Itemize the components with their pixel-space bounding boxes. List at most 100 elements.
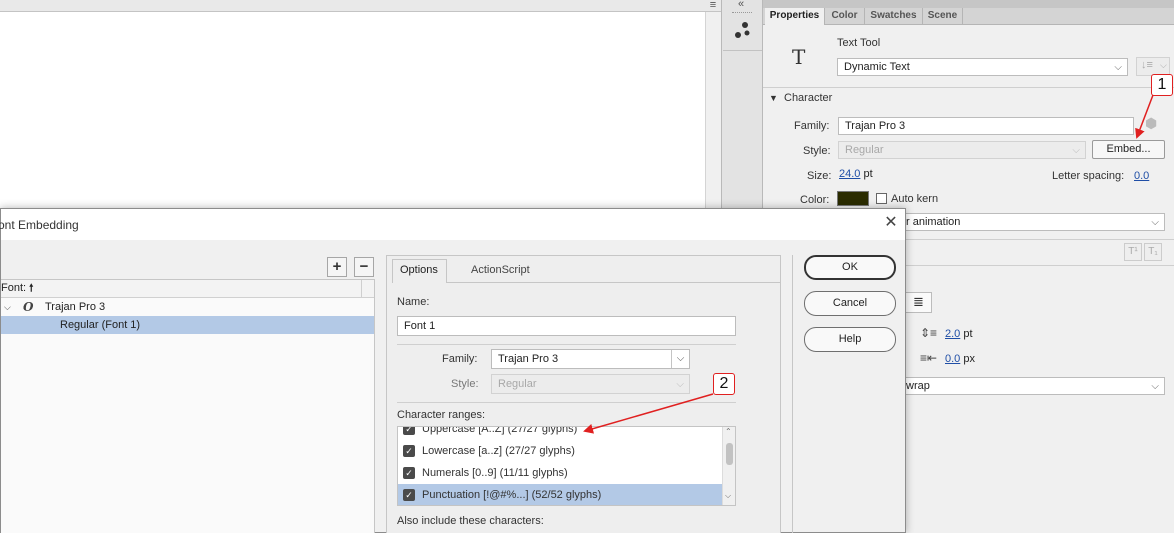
auto-kern-checkbox[interactable] — [876, 193, 887, 204]
size-field[interactable]: 24.0 pt — [839, 168, 873, 180]
tab-properties[interactable]: Properties — [765, 8, 825, 25]
tab-scene[interactable]: Scene — [923, 8, 963, 25]
font-warning-icon: ⬢ — [1145, 115, 1158, 131]
collapse-triangle-icon[interactable]: ▼ — [769, 93, 778, 103]
opentype-font-icon: O — [23, 300, 34, 314]
list-item[interactable]: ✓ Lowercase [a..z] (27/27 glyphs) — [398, 440, 723, 462]
dialog-style-select[interactable]: Regular ⌵ — [491, 374, 690, 394]
tab-swatches[interactable]: Swatches — [865, 8, 923, 25]
close-icon[interactable]: ✕ — [881, 213, 901, 233]
tree-font-child-row[interactable]: Regular (Font 1) — [1, 316, 374, 334]
indent-value[interactable]: 0.0 — [945, 353, 960, 365]
line-spacing-field[interactable]: 2.0 pt — [945, 328, 973, 340]
auto-kern-label: Auto kern — [891, 193, 939, 205]
expand-icon[interactable]: ⌵ — [4, 298, 11, 316]
tab-color[interactable]: Color — [825, 8, 865, 25]
letter-spacing-label: Letter spacing: — [1052, 170, 1125, 182]
family-value: Trajan Pro 3 — [845, 120, 906, 132]
line-spacing-value[interactable]: 2.0 — [945, 328, 960, 340]
tree-font-row[interactable]: ⌵ O Trajan Pro 3 — [1, 298, 374, 316]
name-value: Font 1 — [404, 320, 436, 332]
list-item[interactable]: ✓ Numerals [0..9] (11/11 glyphs) — [398, 462, 723, 484]
range-label: Numerals [0..9] (11/11 glyphs) — [422, 467, 568, 479]
checkbox-checked-icon[interactable]: ✓ — [403, 427, 415, 435]
help-button[interactable]: Help — [804, 327, 896, 352]
list-scrollbar[interactable]: ⌃ ⌵ — [722, 427, 735, 505]
chevron-down-icon: ⌵ — [1072, 145, 1080, 156]
panel-tabbar: Properties Color Swatches Scene — [763, 8, 1174, 25]
color-swatch[interactable] — [837, 191, 869, 206]
indent-unit: px — [963, 353, 975, 365]
subscript-icon[interactable]: T₁ — [1144, 243, 1162, 261]
tree-font-label: Trajan Pro 3 — [45, 301, 106, 313]
behavior-select[interactable]: wrap ⌵ — [906, 377, 1165, 395]
chevron-down-icon: ⌵ — [1151, 381, 1159, 392]
list-item[interactable]: ✓ Punctuation [!@#%...] (52/52 glyphs) — [398, 484, 723, 505]
dialog-title: ont Embedding — [0, 218, 79, 232]
panel-menu-icon[interactable]: ≡ — [705, 0, 721, 12]
chevron-down-icon: ⌵ — [1160, 60, 1167, 70]
superscript-icon[interactable]: T¹ — [1124, 243, 1142, 261]
size-value[interactable]: 24.0 — [839, 168, 860, 180]
checkbox-checked-icon[interactable]: ✓ — [403, 489, 415, 501]
scroll-down-icon[interactable]: ⌵ — [725, 491, 731, 501]
chevron-down-icon: ⌵ — [1114, 62, 1122, 73]
scroll-thumb[interactable] — [726, 443, 733, 465]
font-tree[interactable]: Font: 🠕 ⌵ O Trajan Pro 3 Regular (Font 1… — [1, 279, 375, 533]
dots-tool-icon[interactable] — [723, 19, 762, 49]
sort-arrow-icon: 🠕 — [29, 283, 34, 294]
text-type-value: Dynamic Text — [844, 61, 910, 73]
collapse-icon[interactable]: « — [738, 0, 744, 10]
letter-spacing-value[interactable]: 0.0 — [1134, 170, 1149, 182]
style-value: Regular — [845, 144, 884, 156]
line-spacing-icon: ⇕≡ — [920, 326, 938, 340]
dialog-family-select[interactable]: Trajan Pro 3 ⌵ — [491, 349, 690, 369]
tool-label: Text Tool — [837, 37, 881, 49]
anti-alias-select[interactable]: r animation ⌵ — [906, 213, 1165, 231]
also-include-label: Also include these characters: — [397, 515, 544, 527]
dialog-titlebar: ont Embedding ✕ — [0, 209, 905, 240]
cancel-button[interactable]: Cancel — [804, 291, 896, 316]
style-select[interactable]: Regular ⌵ — [838, 141, 1086, 159]
tree-header[interactable]: Font: 🠕 — [1, 280, 374, 298]
dialog-style-label: Style: — [451, 378, 479, 390]
embed-button[interactable]: Embed... — [1092, 140, 1165, 159]
remove-font-button[interactable]: − — [354, 257, 374, 277]
chevron-down-icon: ⌵ — [676, 379, 684, 390]
size-label: Size: — [807, 170, 832, 182]
size-unit: pt — [863, 168, 873, 180]
list-item[interactable]: ✓ Uppercase [A..Z] (27/27 glyphs) — [398, 426, 723, 440]
add-font-button[interactable]: + — [327, 257, 347, 277]
character-ranges-list[interactable]: ✓ Uppercase [A..Z] (27/27 glyphs) ✓ Lowe… — [397, 426, 736, 506]
justify-icon[interactable]: ≣ — [906, 292, 932, 313]
indent-field[interactable]: 0.0 px — [945, 353, 975, 365]
checkbox-checked-icon[interactable]: ✓ — [403, 445, 415, 457]
range-label: Lowercase [a..z] (27/27 glyphs) — [422, 445, 575, 457]
tab-options[interactable]: Options — [400, 264, 438, 276]
text-type-select[interactable]: Dynamic Text ⌵ — [837, 58, 1128, 76]
chevron-down-icon: ⌵ — [1151, 217, 1159, 228]
line-spacing-unit: pt — [963, 328, 973, 340]
family-label: Family: — [794, 120, 830, 132]
text-tool-icon: T — [792, 45, 806, 69]
checkbox-checked-icon[interactable]: ✓ — [403, 467, 415, 479]
ok-button[interactable]: OK — [804, 255, 896, 280]
anti-alias-value: r animation — [906, 216, 961, 228]
callout-2: 2 — [713, 373, 735, 395]
font-embedding-dialog: ont Embedding ✕ + − Font: 🠕 ⌵ O Trajan P… — [0, 208, 906, 533]
tree-font-child-label: Regular (Font 1) — [60, 319, 141, 331]
range-label: Uppercase [A..Z] (27/27 glyphs) — [422, 426, 578, 435]
indent-icon: ≡⇤ — [920, 351, 938, 365]
range-label: Punctuation [!@#%...] (52/52 glyphs) — [422, 489, 602, 501]
name-input[interactable]: Font 1 — [397, 316, 736, 336]
tab-actionscript[interactable]: ActionScript — [471, 264, 530, 276]
behavior-value: wrap — [906, 380, 930, 392]
orientation-icon: ↓≡ — [1141, 59, 1153, 71]
color-label: Color: — [800, 194, 830, 206]
grip-icon — [732, 12, 752, 14]
scroll-up-icon[interactable]: ⌃ — [725, 427, 732, 436]
dialog-family-value: Trajan Pro 3 — [498, 353, 559, 365]
family-input[interactable]: Trajan Pro 3 — [838, 117, 1134, 135]
dialog-family-label: Family: — [442, 353, 478, 365]
ranges-label: Character ranges: — [397, 409, 486, 421]
